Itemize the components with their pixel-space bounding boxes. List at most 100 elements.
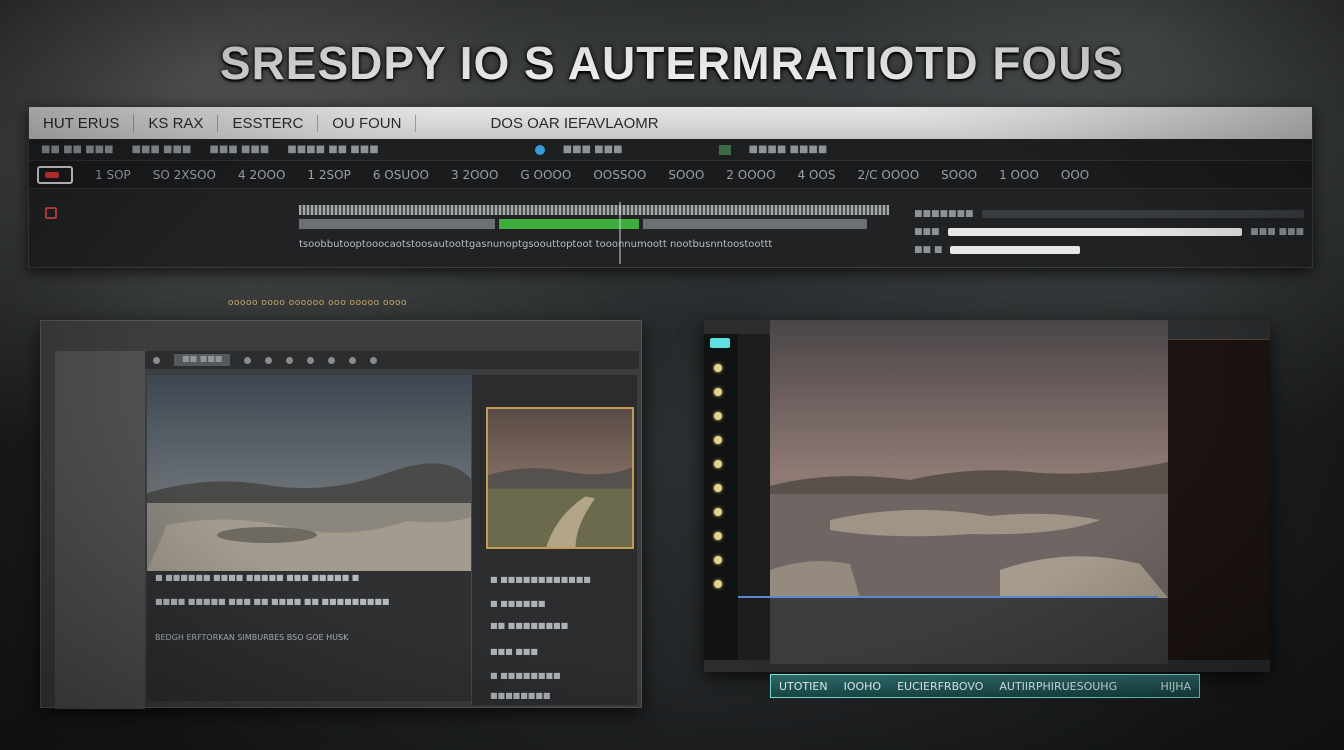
clip-row: [299, 219, 889, 229]
preview-thumbnail[interactable]: [486, 407, 634, 549]
status-item[interactable]: UTOTIEN: [779, 680, 828, 693]
track-header: 1 SOP SO 2XSOO 4 2OOO 1 2SOP 6 OSUOO 3 2…: [29, 161, 1312, 189]
tool-label: ■■ ■: [914, 245, 943, 255]
main-canvas[interactable]: ■ ■■■■■■ ■■■■ ■■■■■ ■■■ ■■■■■ ■ ■■■■ ■■■…: [147, 375, 471, 701]
track-controls: [45, 207, 57, 233]
track-label: SOOO: [668, 167, 705, 182]
record-arm-icon[interactable]: [45, 207, 57, 219]
track-label: 2/C OOOO: [857, 167, 920, 182]
tool-dot-icon[interactable]: [714, 364, 722, 372]
toolbar-item[interactable]: ■■■ ■■■: [209, 144, 269, 155]
inspector-tools: ■■■■■■■ ■■■ ■■■ ■■■ ■■ ■: [914, 205, 1304, 259]
tab-active[interactable]: ■■ ■■■: [174, 354, 231, 366]
level-slider[interactable]: [947, 228, 1243, 236]
track-label: 6 OSUOO: [372, 167, 429, 182]
menu-item[interactable]: KS RAX: [134, 114, 219, 132]
toolbar-item[interactable]: ■■■ ■■■: [563, 144, 623, 155]
playhead[interactable]: [619, 202, 621, 264]
viewer-window: [704, 320, 1270, 672]
tool-label: ■■■: [914, 227, 940, 237]
sidebar-label: ■■■■■■■■: [490, 691, 551, 700]
track-label: 4 OOS: [797, 167, 836, 182]
track-label: 3 2OOO: [451, 167, 499, 182]
tool-dot-icon[interactable]: [714, 436, 722, 444]
tool-dot-icon[interactable]: [714, 388, 722, 396]
tool-icon[interactable]: [265, 356, 273, 364]
status-item[interactable]: IOOHO: [844, 680, 882, 693]
status-item[interactable]: AUTIIRPHIRUESOUHG: [999, 680, 1117, 693]
track-label: 1 SOP: [95, 167, 131, 182]
clip[interactable]: [299, 219, 495, 229]
tool-dot-icon[interactable]: [714, 532, 722, 540]
tool-icon[interactable]: [349, 356, 357, 364]
menu-item[interactable]: HUT ERUS: [29, 114, 135, 132]
section-caption: ooooo oooo oooooo ooo ooooo oooo: [228, 298, 407, 308]
tool-icon[interactable]: [307, 356, 315, 364]
record-button[interactable]: [37, 165, 73, 184]
tool-dot-icon[interactable]: [714, 460, 722, 468]
sidebar-label: ■■ ■■■■■■■■: [490, 621, 569, 630]
status-item[interactable]: EUCIERFRBOVO: [897, 680, 983, 693]
snap-icon[interactable]: [718, 144, 731, 155]
menu-item[interactable]: OU FOUN: [318, 114, 417, 132]
editor-toolbar: ■■ ■■■: [145, 351, 639, 369]
landscape-photo: [147, 375, 471, 571]
sidebar-label: ■■■ ■■■: [490, 647, 538, 656]
metadata-line: BEDGH ERFTORKAN SIMBURBES BSO GOE HUSK: [155, 633, 349, 642]
layer-list[interactable]: [738, 334, 770, 660]
preview-sidebar: ■ ■■■■■■■■■■■■ ■ ■■■■■■ ■■ ■■■■■■■■ ■■■ …: [471, 375, 637, 705]
progress-line: [738, 596, 1158, 598]
tool-icon[interactable]: [370, 356, 378, 364]
tool-icon[interactable]: [328, 356, 336, 364]
headline: SRESDPY IO S AUTERMRATIOTD FOUS: [219, 37, 1125, 89]
toolbar: ■■ ■■ ■■■ ■■■ ■■■ ■■■ ■■■ ■■■■ ■■ ■■■ ■■…: [29, 139, 1312, 161]
histogram-panel: [1168, 334, 1270, 660]
metadata-line: ■■■■ ■■■■■ ■■■ ■■ ■■■■ ■■ ■■■■■■■■■: [155, 597, 390, 606]
tool-icon[interactable]: [244, 356, 252, 364]
active-tool-icon[interactable]: [710, 338, 730, 348]
track-label: 1 OOO: [999, 167, 1039, 182]
menu-bar: HUT ERUS KS RAX ESSTERC OU FOUN DOS OAR …: [29, 107, 1312, 139]
panel-edge: [55, 351, 145, 709]
status-item[interactable]: HIJHA: [1160, 680, 1191, 693]
viewer-controls: [770, 598, 1168, 664]
tool-dot-icon[interactable]: [714, 580, 722, 588]
status-bar: UTOTIEN IOOHO EUCIERFRBOVO AUTIIRPHIRUES…: [770, 674, 1200, 698]
audio-waveform[interactable]: [299, 205, 889, 215]
menu-item[interactable]: DOS OAR IEFAVLAOMR: [476, 115, 672, 132]
sidebar-label: ■ ■■■■■■: [490, 599, 546, 608]
timeline-editor-panel: HUT ERUS KS RAX ESSTERC OU FOUN DOS OAR …: [28, 106, 1313, 268]
tool-dot-icon[interactable]: [714, 484, 722, 492]
timeline-tracks[interactable]: tsoobbutooptooocaotstoosautoottgasnunopt…: [299, 205, 889, 263]
track-label: 4 2OOO: [238, 167, 286, 182]
tool-dot-icon[interactable]: [714, 556, 722, 564]
tool-column: [704, 334, 738, 660]
toolbar-item[interactable]: ■■■ ■■■: [132, 144, 192, 155]
menu-item[interactable]: ESSTERC: [218, 114, 319, 132]
metadata-line: ■ ■■■■■■ ■■■■ ■■■■■ ■■■ ■■■■■ ■: [155, 573, 360, 582]
clip[interactable]: [643, 219, 867, 229]
sidebar-label: ■ ■■■■■■■■: [490, 671, 561, 680]
tool-dot-icon[interactable]: [714, 412, 722, 420]
toolbar-item[interactable]: ■■■■ ■■■■: [749, 144, 828, 155]
subtitle-track[interactable]: tsoobbutooptooocaotstoosautoottgasnunopt…: [299, 239, 889, 250]
track-label: G OOOO: [520, 167, 572, 182]
tool-dot-icon[interactable]: [714, 508, 722, 516]
toolbar-item[interactable]: ■■■■ ■■ ■■■: [287, 144, 378, 155]
tool-label: ■■■ ■■■: [1250, 227, 1304, 237]
clip-selected[interactable]: [499, 219, 639, 229]
tool-icon[interactable]: [153, 356, 160, 364]
track-label: 1 2SOP: [307, 167, 351, 182]
range-track[interactable]: [981, 210, 1304, 218]
sidebar-label: ■ ■■■■■■■■■■■■: [490, 575, 591, 584]
tool-label: ■■■■■■■: [914, 209, 974, 219]
toolbar-item[interactable]: ■■ ■■ ■■■: [41, 144, 114, 155]
gain-slider[interactable]: [950, 246, 1081, 254]
viewer-photo[interactable]: [770, 320, 1168, 598]
track-label: OOSSOO: [593, 167, 647, 182]
track-label: SOOO: [941, 167, 978, 182]
track-label: OOO: [1060, 167, 1090, 182]
record-indicator-icon[interactable]: [534, 144, 545, 155]
track-label: 2 OOOO: [726, 167, 776, 182]
tool-icon[interactable]: [286, 356, 294, 364]
